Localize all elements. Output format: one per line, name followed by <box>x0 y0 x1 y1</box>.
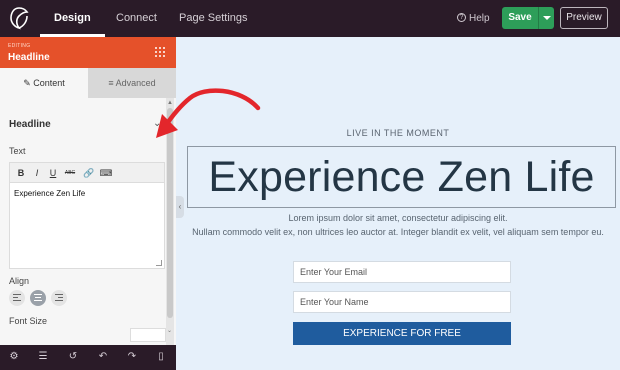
tab-advanced-label: Advanced <box>115 78 156 88</box>
tab-page-settings[interactable]: Page Settings <box>179 0 248 37</box>
top-bar: Design Connect Page Settings ? Help Save … <box>0 0 620 37</box>
align-label: Align <box>9 276 30 286</box>
redo-icon[interactable]: ↷ <box>125 350 139 364</box>
italic-button[interactable]: I <box>30 166 44 180</box>
cta-button[interactable]: EXPERIENCE FOR FREE <box>293 322 511 345</box>
body-text-line-1: Lorem ipsum dolor sit amet, consectetur … <box>288 213 508 223</box>
scroll-down-icon[interactable]: ⌄ <box>167 327 172 334</box>
drag-handle-icon[interactable] <box>155 47 166 58</box>
undo-icon[interactable]: ↶ <box>96 350 110 364</box>
underline-button[interactable]: U <box>46 166 60 180</box>
gear-icon[interactable]: ⚙ <box>7 350 21 364</box>
email-field[interactable]: Enter Your Email <box>293 261 511 283</box>
tab-connect[interactable]: Connect <box>116 0 157 37</box>
logo-icon[interactable] <box>8 6 30 30</box>
font-size-label: Font Size <box>9 316 48 326</box>
editing-element-title: Headline <box>8 52 50 63</box>
save-options-chevron-down-icon[interactable] <box>538 7 554 29</box>
pencil-icon: ✎ <box>23 78 31 88</box>
sidebar-scrollbar[interactable] <box>166 98 174 345</box>
scroll-up-icon[interactable]: ▲ <box>167 100 173 106</box>
help-label: Help <box>469 13 490 24</box>
tab-design[interactable]: Design <box>40 0 105 37</box>
tab-advanced[interactable]: ≡ Advanced <box>88 68 176 98</box>
tagline: LIVE IN THE MOMENT <box>346 128 450 138</box>
mobile-preview-icon[interactable]: ▯ <box>154 350 168 364</box>
section-title[interactable]: Headline <box>9 119 51 130</box>
name-field[interactable]: Enter Your Name <box>293 291 511 313</box>
layers-icon[interactable]: ☰ <box>36 350 50 364</box>
strikethrough-button[interactable]: ABC <box>63 166 77 180</box>
tab-content[interactable]: ✎ Content <box>0 68 88 98</box>
sliders-icon: ≡ <box>108 78 114 88</box>
history-icon[interactable]: ↺ <box>66 350 80 364</box>
text-field-label: Text <box>9 146 26 156</box>
tab-content-label: Content <box>33 78 65 88</box>
editor-content[interactable]: Experience Zen Life <box>14 189 85 198</box>
editor-toolbar: B I U ABC 🔗 ⌨ <box>10 163 164 183</box>
resize-handle-icon[interactable] <box>156 260 162 266</box>
collapse-sidebar-handle[interactable]: ‹ <box>176 196 184 218</box>
bottom-toolbar: ⚙ ☰ ↺ ↶ ↷ ▯ <box>0 345 176 370</box>
text-editor[interactable]: B I U ABC 🔗 ⌨ Experience Zen Life <box>9 162 165 269</box>
font-size-input[interactable] <box>130 328 166 342</box>
help-icon: ? <box>457 12 466 22</box>
align-right-icon[interactable] <box>51 290 67 306</box>
editing-header: EDITING Headline <box>0 37 176 68</box>
body-text-line-2: Nullam commodo velit ex, non ultrices le… <box>192 227 604 237</box>
align-left-icon[interactable] <box>9 290 25 306</box>
help-link[interactable]: ? Help <box>457 0 490 37</box>
scrollbar-thumb[interactable] <box>167 108 173 318</box>
editing-label: EDITING <box>8 43 31 49</box>
bold-button[interactable]: B <box>14 166 28 180</box>
save-button[interactable]: Save <box>502 7 538 29</box>
link-icon[interactable]: 🔗 <box>82 166 96 180</box>
preview-button[interactable]: Preview <box>560 7 608 29</box>
chevron-down-icon[interactable]: ⌄ <box>153 118 161 129</box>
align-center-icon[interactable] <box>30 290 46 306</box>
headline[interactable]: Experience Zen Life <box>187 146 616 208</box>
keyboard-icon[interactable]: ⌨ <box>99 166 113 180</box>
sidebar: EDITING Headline ✎ Content ≡ Advanced He… <box>0 37 176 345</box>
